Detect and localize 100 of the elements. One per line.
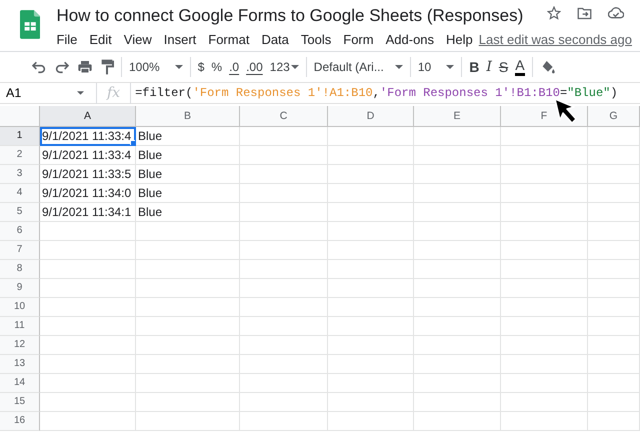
column-header[interactable]: C — [240, 106, 328, 127]
empty-cell[interactable] — [328, 222, 414, 241]
row-header[interactable]: 6 — [0, 222, 40, 241]
empty-cell[interactable] — [328, 241, 414, 260]
empty-cell[interactable] — [588, 222, 640, 241]
row-header[interactable]: 8 — [0, 260, 40, 279]
star-icon[interactable] — [547, 6, 562, 20]
dropdown-button[interactable]: 10 — [414, 55, 458, 79]
empty-cell[interactable] — [240, 203, 328, 222]
move-folder-icon[interactable] — [577, 6, 592, 20]
name-box[interactable]: A1 — [0, 83, 90, 103]
empty-cell[interactable] — [588, 279, 640, 298]
empty-cell[interactable] — [414, 203, 501, 222]
empty-cell[interactable] — [501, 222, 588, 241]
empty-cell[interactable] — [328, 298, 414, 317]
empty-cell[interactable] — [328, 393, 414, 412]
empty-cell[interactable] — [240, 355, 328, 374]
menu-item[interactable]: Add-ons — [380, 30, 440, 49]
empty-cell[interactable] — [328, 355, 414, 374]
empty-cell[interactable] — [136, 412, 240, 431]
menu-item[interactable]: Form — [337, 30, 380, 49]
empty-cell[interactable] — [240, 184, 328, 203]
empty-cell[interactable] — [136, 317, 240, 336]
empty-cell[interactable] — [588, 203, 640, 222]
empty-cell[interactable] — [588, 393, 640, 412]
empty-cell[interactable] — [240, 317, 328, 336]
empty-cell[interactable] — [328, 146, 414, 165]
empty-cell[interactable] — [328, 260, 414, 279]
empty-cell[interactable] — [588, 127, 640, 146]
empty-cell[interactable] — [328, 127, 414, 146]
empty-cell[interactable] — [414, 241, 501, 260]
table-cell[interactable]: Blue — [136, 203, 240, 222]
empty-cell[interactable] — [588, 260, 640, 279]
menu-item[interactable]: Data — [255, 30, 295, 49]
empty-cell[interactable] — [414, 317, 501, 336]
empty-cell[interactable] — [588, 165, 640, 184]
empty-cell[interactable] — [414, 127, 501, 146]
empty-cell[interactable] — [136, 241, 240, 260]
menu-item[interactable]: Tools — [294, 30, 338, 49]
empty-cell[interactable] — [136, 298, 240, 317]
empty-cell[interactable] — [240, 146, 328, 165]
row-header[interactable]: 4 — [0, 184, 40, 203]
empty-cell[interactable] — [136, 279, 240, 298]
menu-item[interactable]: Help — [440, 30, 479, 49]
table-cell[interactable]: 9/1/2021 11:33:5 — [40, 165, 136, 184]
format-button[interactable]: % — [208, 55, 226, 79]
empty-cell[interactable] — [501, 203, 588, 222]
empty-cell[interactable] — [588, 374, 640, 393]
empty-cell[interactable] — [240, 222, 328, 241]
column-header[interactable]: E — [414, 106, 501, 127]
empty-cell[interactable] — [414, 336, 501, 355]
row-header[interactable]: 1 — [0, 127, 40, 146]
empty-cell[interactable] — [588, 336, 640, 355]
empty-cell[interactable] — [240, 393, 328, 412]
menu-item[interactable]: Insert — [158, 30, 202, 49]
empty-cell[interactable] — [328, 412, 414, 431]
empty-cell[interactable] — [136, 355, 240, 374]
empty-cell[interactable] — [328, 317, 414, 336]
empty-cell[interactable] — [414, 184, 501, 203]
empty-cell[interactable] — [501, 165, 588, 184]
empty-cell[interactable] — [328, 336, 414, 355]
text-color-button[interactable]: A — [512, 55, 528, 79]
document-title[interactable]: How to connect Google Forms to Google Sheets (Responses) — [56, 6, 524, 26]
empty-cell[interactable] — [414, 165, 501, 184]
empty-cell[interactable] — [136, 393, 240, 412]
table-cell[interactable]: Blue — [136, 184, 240, 203]
row-header[interactable]: 10 — [0, 298, 40, 317]
empty-cell[interactable] — [588, 317, 640, 336]
table-cell[interactable]: 9/1/2021 11:33:4 — [40, 127, 136, 146]
empty-cell[interactable] — [240, 260, 328, 279]
empty-cell[interactable] — [240, 336, 328, 355]
empty-cell[interactable] — [328, 203, 414, 222]
row-header[interactable]: 2 — [0, 146, 40, 165]
empty-cell[interactable] — [136, 336, 240, 355]
menu-item[interactable]: Format — [202, 30, 256, 49]
decrease-decimal-button[interactable]: .0 — [226, 55, 242, 79]
row-header[interactable]: 11 — [0, 317, 40, 336]
column-header[interactable]: B — [136, 106, 240, 127]
empty-cell[interactable] — [414, 279, 501, 298]
column-header[interactable]: G — [588, 106, 640, 127]
empty-cell[interactable] — [414, 260, 501, 279]
empty-cell[interactable] — [501, 336, 588, 355]
empty-cell[interactable] — [414, 374, 501, 393]
empty-cell[interactable] — [328, 279, 414, 298]
column-header[interactable]: A — [40, 106, 136, 127]
empty-cell[interactable] — [588, 146, 640, 165]
table-cell[interactable]: 9/1/2021 11:34:1 — [40, 203, 136, 222]
empty-cell[interactable] — [501, 412, 588, 431]
empty-cell[interactable] — [501, 393, 588, 412]
row-header[interactable]: 3 — [0, 165, 40, 184]
empty-cell[interactable] — [240, 374, 328, 393]
table-cell[interactable]: Blue — [136, 146, 240, 165]
empty-cell[interactable] — [501, 279, 588, 298]
empty-cell[interactable] — [501, 184, 588, 203]
empty-cell[interactable] — [136, 374, 240, 393]
row-header[interactable]: 9 — [0, 279, 40, 298]
empty-cell[interactable] — [136, 260, 240, 279]
menu-item[interactable]: Edit — [83, 30, 118, 49]
empty-cell[interactable] — [588, 241, 640, 260]
menu-item[interactable]: File — [50, 30, 84, 49]
